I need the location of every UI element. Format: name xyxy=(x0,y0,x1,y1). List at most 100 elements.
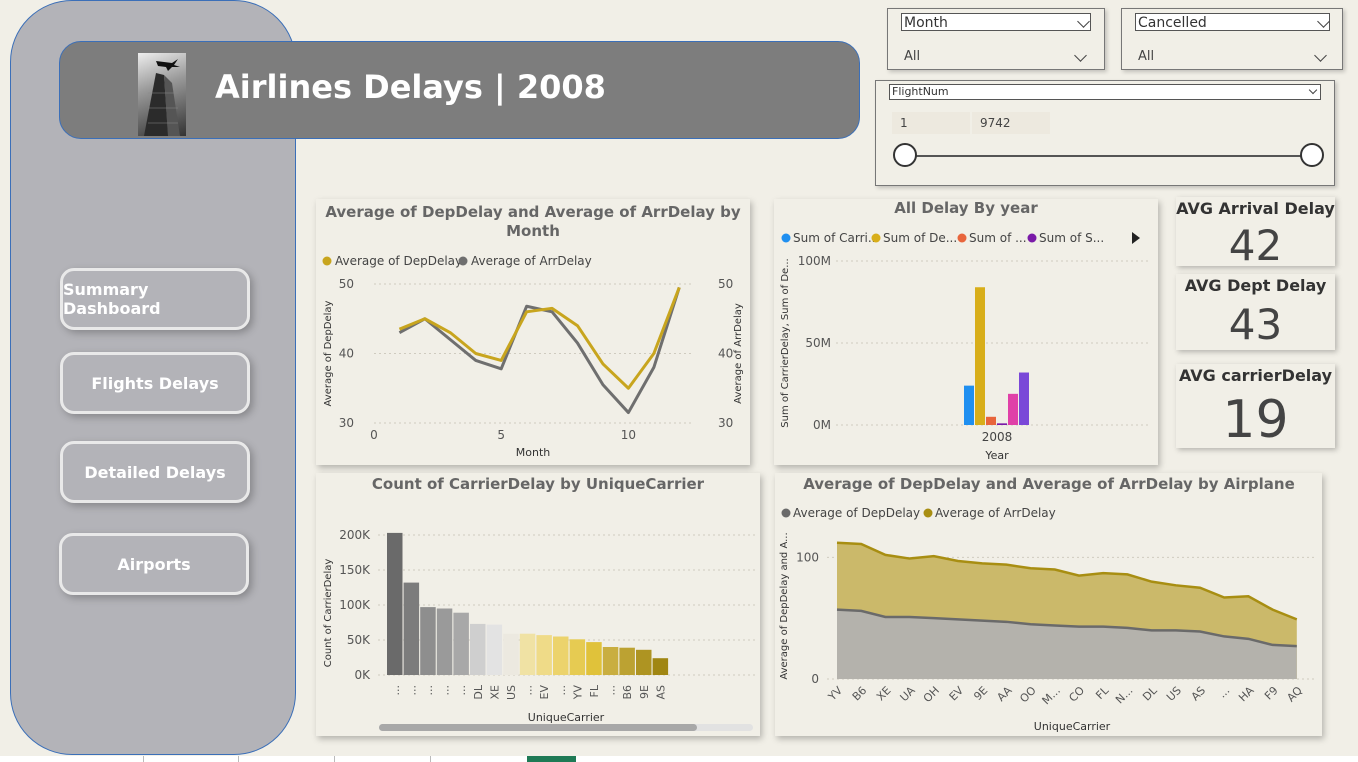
x-axis-label: UniqueCarrier xyxy=(528,711,605,724)
nav-summary-dashboard-button[interactable]: Summary Dashboard xyxy=(60,268,250,330)
y-tick-label: 100M xyxy=(798,254,831,268)
y-tick-label: 50M xyxy=(805,336,831,350)
airplane-area-chart: Average of DepDelay and Average of ArrDe… xyxy=(779,475,1317,733)
flightnum-field-label: FlightNum xyxy=(892,85,949,98)
nav-airports-button[interactable]: Airports xyxy=(59,533,249,595)
bar xyxy=(387,532,403,675)
x-tick-label: US xyxy=(505,685,518,700)
flightnum-min-input[interactable]: 1 xyxy=(892,112,970,134)
nav-detailed-delays-button[interactable]: Detailed Delays xyxy=(60,441,250,503)
legend-marker xyxy=(957,233,967,243)
x-tick-label: DL xyxy=(1140,683,1160,703)
nav-flights-delays-button[interactable]: Flights Delays xyxy=(60,352,250,414)
y2-axis-label: Average of ArrDelay xyxy=(733,303,744,404)
legend-marker xyxy=(871,233,881,243)
y-axis-label: Average of DepDelay xyxy=(323,300,334,406)
legend-marker xyxy=(322,256,332,266)
month-field-select[interactable]: Month xyxy=(901,13,1091,31)
x-tick-label: XE xyxy=(874,684,893,703)
x-tick-label: ... xyxy=(422,685,435,696)
airplane-skyscraper-image xyxy=(138,53,186,136)
kpi-card-carrier: AVG carrierDelay 19 xyxy=(1176,364,1335,450)
scrollbar-thumb xyxy=(379,724,697,731)
legend-next-arrow xyxy=(1132,232,1140,244)
bar xyxy=(1019,372,1029,425)
bar xyxy=(975,287,985,425)
x-tick-label: 0 xyxy=(370,428,378,442)
tab-divider xyxy=(334,756,335,762)
month-field-label: Month xyxy=(904,15,948,31)
flightnum-max-input[interactable]: 9742 xyxy=(972,112,1050,134)
bar xyxy=(964,385,974,425)
chart-title: Count of CarrierDelay by UniqueCarrier xyxy=(372,475,705,493)
x-tick-label: EV xyxy=(947,684,967,704)
flightnum-field-select[interactable]: FlightNum xyxy=(889,84,1321,100)
bar xyxy=(986,416,996,425)
bar xyxy=(652,658,669,675)
x-tick-label: ... xyxy=(605,685,618,696)
bar xyxy=(486,624,503,675)
x-tick-label: YV xyxy=(571,685,584,701)
y-tick-label: 0 xyxy=(811,672,819,686)
range-slider-min-handle[interactable] xyxy=(893,143,917,167)
legend-label: Average of DepDelay xyxy=(335,254,462,268)
x-tick-label: 9E xyxy=(638,685,651,699)
legend-label: Average of DepDelay xyxy=(793,506,920,520)
flightnum-slicer[interactable]: FlightNum 1 9742 xyxy=(875,80,1335,186)
legend-label: Sum of De... xyxy=(883,231,957,245)
x-tick-label: F9 xyxy=(1262,684,1281,703)
x-tick-label: ... xyxy=(555,685,568,696)
chart-month-panel: Average of DepDelay and Average of ArrDe… xyxy=(316,199,750,465)
bar xyxy=(1008,393,1018,425)
kpi-label: AVG Arrival Delay xyxy=(1176,199,1335,218)
y-tick-label: 40 xyxy=(339,347,354,361)
chart-title: All Delay By year xyxy=(894,199,1038,217)
x-tick-label: ... xyxy=(1216,684,1233,701)
series-line xyxy=(398,287,681,415)
legend-label: Sum of S... xyxy=(1039,231,1104,245)
legend-marker xyxy=(781,233,791,243)
bar xyxy=(997,423,1007,425)
month-slicer[interactable]: Month All xyxy=(887,8,1105,70)
x-tick-label: 5 xyxy=(497,428,505,442)
x-tick-label: FL xyxy=(1093,683,1112,702)
kpi-label: AVG Dept Delay xyxy=(1184,276,1327,295)
kpi-card-dept: AVG Dept Delay 43 xyxy=(1176,274,1335,350)
legend-marker xyxy=(1027,233,1037,243)
x-tick-label: AQ xyxy=(1284,684,1305,705)
month-line-chart: Average of DepDelay and Average of ArrDe… xyxy=(322,203,744,459)
x-tick-label: B6 xyxy=(621,685,634,700)
x-tick-label: OO xyxy=(1017,684,1039,706)
y-axis-label: Sum of CarrierDelay, Sum of De... xyxy=(780,258,791,427)
tab-active[interactable] xyxy=(527,756,576,762)
series-line xyxy=(398,286,681,390)
month-value[interactable]: All xyxy=(904,49,920,64)
range-slider-track[interactable] xyxy=(906,155,1314,157)
bar xyxy=(569,639,586,675)
x-tick-label: 2008 xyxy=(982,430,1013,444)
x-tick-label: US xyxy=(1164,684,1184,704)
cancelled-field-select[interactable]: Cancelled xyxy=(1135,13,1330,31)
x-tick-label: OH xyxy=(921,684,942,705)
legend-label: Sum of Carri... xyxy=(793,231,879,245)
range-slider-max-handle[interactable] xyxy=(1300,143,1324,167)
x-axis-label: UniqueCarrier xyxy=(1034,720,1111,733)
legend-marker xyxy=(458,256,468,266)
y-axis-label: Average of DepDelay and A... xyxy=(779,532,790,679)
page-title: Airlines Delays | 2008 xyxy=(215,68,606,106)
y-tick-label: 50K xyxy=(347,633,371,647)
cancelled-value[interactable]: All xyxy=(1138,49,1154,64)
kpi-label: AVG carrierDelay xyxy=(1178,366,1333,385)
chart-carrier-count-panel: Count of CarrierDelay by UniqueCarrier 0K… xyxy=(316,473,760,736)
cancelled-slicer[interactable]: Cancelled All xyxy=(1121,8,1343,70)
chart-title: Average of DepDelay and Average of ArrDe… xyxy=(325,203,741,221)
chevron-down-icon[interactable] xyxy=(1314,49,1327,62)
bar xyxy=(403,582,420,675)
x-tick-label: ... xyxy=(455,685,468,696)
x-tick-label: AS xyxy=(1189,684,1208,703)
bar xyxy=(619,647,635,675)
x-tick-label: HA xyxy=(1236,684,1257,705)
x-tick-label: AA xyxy=(994,684,1014,704)
kpi-value: 42 xyxy=(1228,221,1283,270)
chevron-down-icon[interactable] xyxy=(1074,49,1087,62)
